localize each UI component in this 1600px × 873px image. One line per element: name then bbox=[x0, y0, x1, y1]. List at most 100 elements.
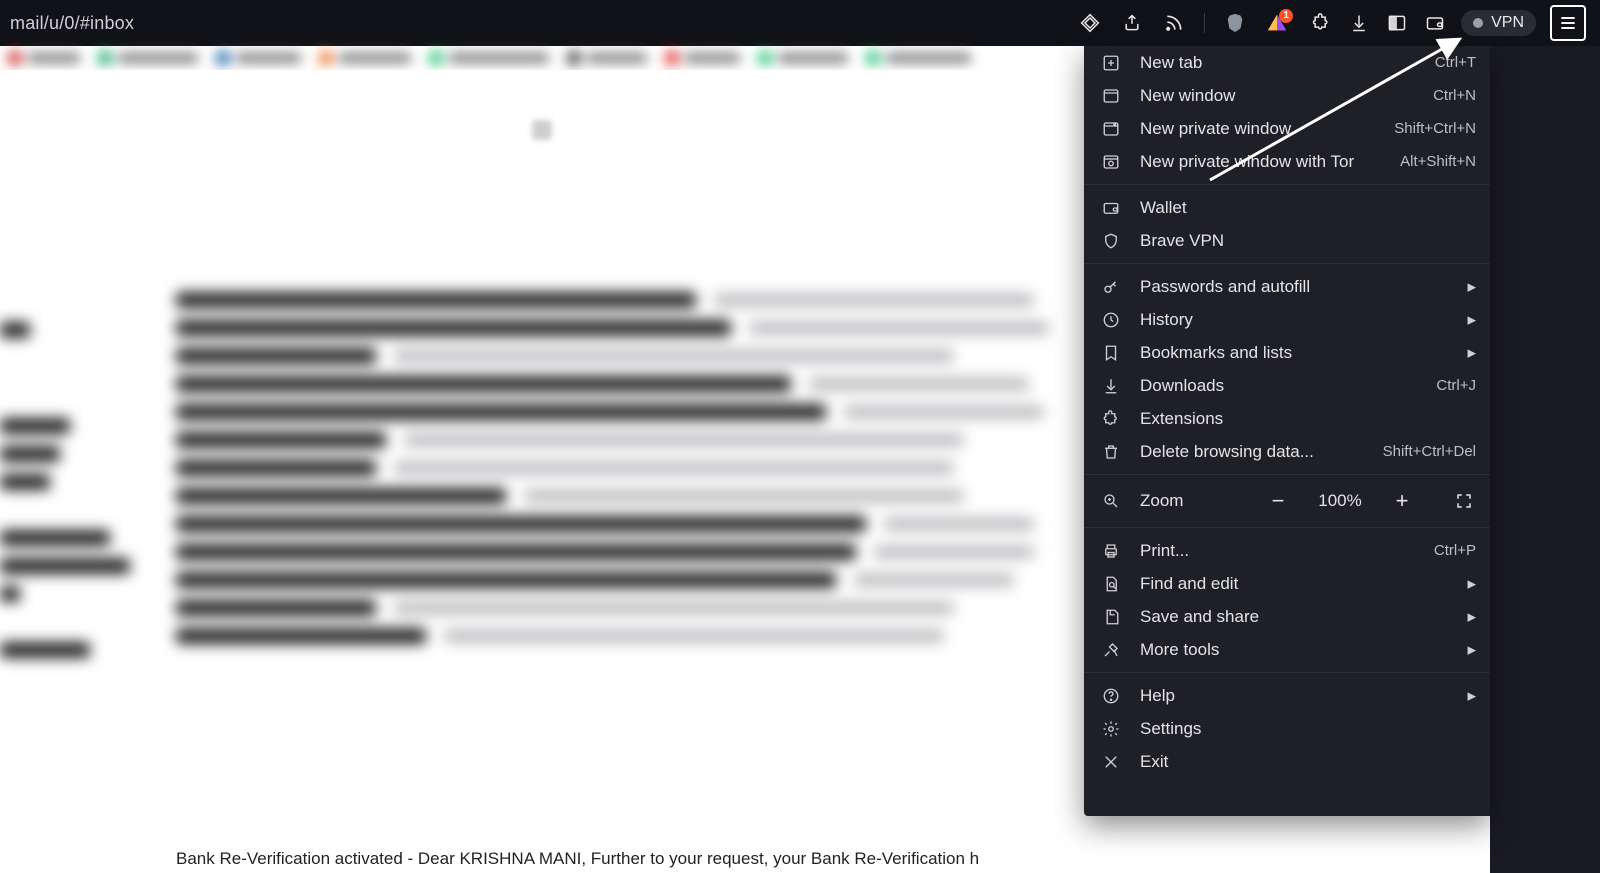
menu-item-label: Passwords and autofill bbox=[1140, 277, 1467, 297]
sidebar-panel-icon[interactable] bbox=[1385, 11, 1409, 35]
menu-item-label: Find and edit bbox=[1140, 574, 1467, 594]
menu-find-edit[interactable]: Find and edit ▸ bbox=[1084, 567, 1490, 600]
menu-print[interactable]: Print... Ctrl+P bbox=[1084, 534, 1490, 567]
window-right-gutter bbox=[1490, 46, 1600, 873]
print-icon bbox=[1100, 540, 1122, 562]
menu-zoom-row: Zoom − 100% + bbox=[1084, 481, 1490, 521]
zoom-icon bbox=[1100, 490, 1122, 512]
zoom-out-button[interactable]: − bbox=[1264, 487, 1292, 515]
page-content-blurred: Bank Re-Verification activated - Dear KR… bbox=[0, 70, 1084, 873]
extensions-puzzle-icon[interactable] bbox=[1309, 11, 1333, 35]
menu-passwords[interactable]: Passwords and autofill ▸ bbox=[1084, 270, 1490, 303]
menu-item-label: New window bbox=[1140, 86, 1433, 106]
menu-wallet[interactable]: Wallet bbox=[1084, 191, 1490, 224]
toolbar-divider bbox=[1204, 13, 1205, 33]
menu-item-label: Help bbox=[1140, 686, 1467, 706]
brave-shield-icon[interactable] bbox=[1223, 11, 1247, 35]
vpn-shield-icon bbox=[1100, 230, 1122, 252]
menu-item-label: Brave VPN bbox=[1140, 231, 1476, 251]
fullscreen-button[interactable] bbox=[1450, 487, 1478, 515]
menu-item-label: New private window with Tor bbox=[1140, 152, 1400, 172]
menu-exit[interactable]: Exit bbox=[1084, 745, 1490, 778]
diamond-icon[interactable] bbox=[1078, 11, 1102, 35]
trash-icon bbox=[1100, 441, 1122, 463]
menu-new-private-window[interactable]: New private window Shift+Ctrl+N bbox=[1084, 112, 1490, 145]
gear-icon bbox=[1100, 718, 1122, 740]
menu-more-tools[interactable]: More tools ▸ bbox=[1084, 633, 1490, 666]
visible-email-preview: Bank Re-Verification activated - Dear KR… bbox=[176, 849, 979, 869]
chevron-right-icon: ▸ bbox=[1467, 343, 1476, 363]
menu-settings[interactable]: Settings bbox=[1084, 712, 1490, 745]
menu-item-label: More tools bbox=[1140, 640, 1467, 660]
menu-new-tab[interactable]: New tab Ctrl+T bbox=[1084, 46, 1490, 79]
help-icon bbox=[1100, 685, 1122, 707]
menu-help[interactable]: Help ▸ bbox=[1084, 679, 1490, 712]
close-icon bbox=[1100, 751, 1122, 773]
menu-item-accel: Shift+Ctrl+Del bbox=[1383, 443, 1476, 460]
browser-toolbar: mail/u/0/#inbox 1 bbox=[0, 0, 1600, 46]
menu-item-accel: Ctrl+P bbox=[1434, 542, 1476, 559]
new-tab-icon bbox=[1100, 52, 1122, 74]
menu-item-label: Exit bbox=[1140, 752, 1476, 772]
brave-rewards-icon[interactable]: 1 bbox=[1265, 11, 1289, 35]
download-icon bbox=[1100, 375, 1122, 397]
menu-item-label: Wallet bbox=[1140, 198, 1476, 218]
chevron-right-icon: ▸ bbox=[1467, 607, 1476, 627]
menu-downloads[interactable]: Downloads Ctrl+J bbox=[1084, 369, 1490, 402]
toolbar-icon-group-left: 1 bbox=[1078, 11, 1289, 35]
menu-separator bbox=[1084, 184, 1490, 185]
chevron-right-icon: ▸ bbox=[1467, 574, 1476, 594]
menu-item-label: Bookmarks and lists bbox=[1140, 343, 1467, 363]
save-share-icon bbox=[1100, 606, 1122, 628]
menu-separator bbox=[1084, 672, 1490, 673]
tools-icon bbox=[1100, 639, 1122, 661]
chevron-right-icon: ▸ bbox=[1467, 686, 1476, 706]
extensions-icon bbox=[1100, 408, 1122, 430]
download-icon[interactable] bbox=[1347, 11, 1371, 35]
menu-new-private-tor[interactable]: New private window with Tor Alt+Shift+N bbox=[1084, 145, 1490, 178]
toolbar-icon-group-right: VPN bbox=[1309, 5, 1592, 41]
share-icon[interactable] bbox=[1120, 11, 1144, 35]
vpn-label: VPN bbox=[1491, 14, 1524, 32]
menu-bookmarks[interactable]: Bookmarks and lists ▸ bbox=[1084, 336, 1490, 369]
menu-brave-vpn[interactable]: Brave VPN bbox=[1084, 224, 1490, 257]
wallet-icon[interactable] bbox=[1423, 11, 1447, 35]
menu-item-accel: Alt+Shift+N bbox=[1400, 153, 1476, 170]
menu-item-label: Settings bbox=[1140, 719, 1476, 739]
url-fragment[interactable]: mail/u/0/#inbox bbox=[8, 7, 134, 39]
menu-item-label: New private window bbox=[1140, 119, 1394, 139]
menu-item-label: Print... bbox=[1140, 541, 1434, 561]
menu-item-label: Downloads bbox=[1140, 376, 1436, 396]
document-search-icon bbox=[1100, 573, 1122, 595]
new-window-icon bbox=[1100, 85, 1122, 107]
menu-item-accel: Ctrl+J bbox=[1436, 377, 1476, 394]
menu-item-label: Delete browsing data... bbox=[1140, 442, 1383, 462]
menu-item-label: Extensions bbox=[1140, 409, 1476, 429]
menu-new-window[interactable]: New window Ctrl+N bbox=[1084, 79, 1490, 112]
url-text: mail/u/0/#inbox bbox=[10, 13, 134, 34]
app-menu-button[interactable] bbox=[1550, 5, 1586, 41]
menu-item-label: Zoom bbox=[1140, 491, 1252, 511]
bookmark-icon bbox=[1100, 342, 1122, 364]
menu-delete-browsing-data[interactable]: Delete browsing data... Shift+Ctrl+Del bbox=[1084, 435, 1490, 468]
app-menu-panel: New tab Ctrl+T New window Ctrl+N New pri… bbox=[1084, 46, 1490, 816]
menu-item-accel: Ctrl+N bbox=[1433, 87, 1476, 104]
menu-save-share[interactable]: Save and share ▸ bbox=[1084, 600, 1490, 633]
rss-icon[interactable] bbox=[1162, 11, 1186, 35]
tor-window-icon bbox=[1100, 151, 1122, 173]
menu-separator bbox=[1084, 263, 1490, 264]
menu-history[interactable]: History ▸ bbox=[1084, 303, 1490, 336]
menu-extensions[interactable]: Extensions bbox=[1084, 402, 1490, 435]
zoom-in-button[interactable]: + bbox=[1388, 487, 1416, 515]
vpn-status-dot bbox=[1473, 18, 1483, 28]
menu-separator bbox=[1084, 527, 1490, 528]
brave-badge-count: 1 bbox=[1279, 9, 1293, 23]
chevron-right-icon: ▸ bbox=[1467, 277, 1476, 297]
zoom-value: 100% bbox=[1312, 491, 1368, 511]
bookmarks-bar bbox=[0, 46, 1084, 70]
wallet-icon bbox=[1100, 197, 1122, 219]
vpn-button[interactable]: VPN bbox=[1461, 10, 1536, 36]
menu-item-accel: Shift+Ctrl+N bbox=[1394, 120, 1476, 137]
menu-item-label: New tab bbox=[1140, 53, 1435, 73]
menu-item-label: History bbox=[1140, 310, 1467, 330]
